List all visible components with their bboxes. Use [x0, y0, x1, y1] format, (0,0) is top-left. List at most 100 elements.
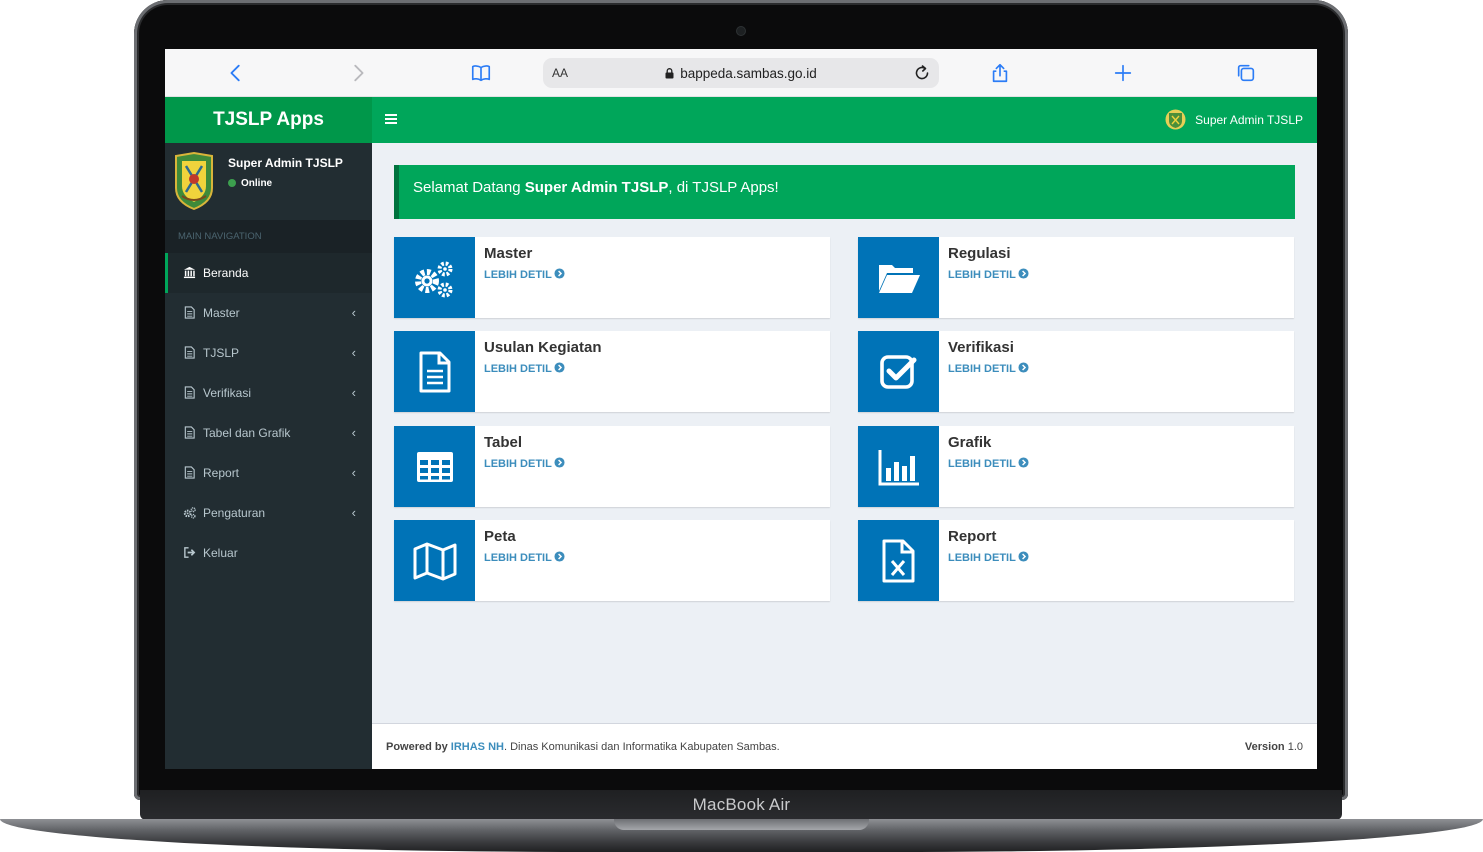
map-icon — [413, 542, 456, 580]
online-dot-icon — [228, 179, 236, 187]
more-info-label: LEBIH DETIL — [948, 458, 1016, 470]
app-logo[interactable]: TJSLP Apps — [165, 97, 372, 143]
sidebar-item-label: Report — [203, 466, 240, 480]
chevron-left-icon: ‹ — [351, 385, 356, 400]
sidebar-item-verifikasi[interactable]: Verifikasi ‹ — [165, 373, 372, 413]
footer-version: Version 1.0 — [1245, 741, 1303, 753]
sidebar-item-tabel-dan-grafik[interactable]: Tabel dan Grafik ‹ — [165, 413, 372, 453]
more-info-label: LEBIH DETIL — [484, 269, 552, 281]
cogs-icon — [414, 261, 452, 297]
sidebar-item-report[interactable]: Report ‹ — [165, 453, 372, 493]
card-tabel[interactable]: Tabel LEBIH DETIL — [394, 426, 830, 507]
forward-icon[interactable] — [346, 61, 370, 85]
bookmarks-icon[interactable] — [469, 61, 493, 85]
sidebar-item-keluar[interactable]: Keluar — [165, 533, 372, 573]
more-info-label: LEBIH DETIL — [484, 363, 552, 375]
sidebar-item-label: Verifikasi — [203, 386, 252, 400]
screen: AA bappeda.sambas.go.id TJSLP Apps Super… — [165, 49, 1317, 769]
check-square-icon — [879, 354, 916, 389]
more-info-link[interactable]: LEBIH DETIL — [948, 268, 1029, 281]
card-title: Verifikasi — [948, 339, 1014, 356]
version-value: 1.0 — [1287, 741, 1303, 753]
more-info-link[interactable]: LEBIH DETIL — [948, 362, 1029, 375]
card-grafik[interactable]: Grafik LEBIH DETIL — [858, 426, 1294, 507]
device-label: MacBook Air — [692, 795, 791, 814]
welcome-callout: Selamat Datang Super Admin TJSLP, di TJS… — [394, 165, 1295, 219]
card-peta[interactable]: Peta LEBIH DETIL — [394, 520, 830, 601]
camera-icon — [737, 27, 745, 35]
page-footer: Powered by IRHAS NH. Dinas Komunikasi da… — [372, 723, 1317, 769]
tabs-icon[interactable] — [1234, 61, 1258, 85]
card-usulan-kegiatan[interactable]: Usulan Kegiatan LEBIH DETIL — [394, 331, 830, 412]
sidebar-item-pengaturan[interactable]: Pengaturan ‹ — [165, 493, 372, 533]
user-status: Online — [228, 178, 272, 189]
folder-open-icon — [878, 264, 920, 293]
nav-header: MAIN NAVIGATION — [165, 220, 372, 253]
card-report[interactable]: Report LEBIH DETIL — [858, 520, 1294, 601]
top-navbar: Super Admin TJSLP — [372, 97, 1317, 143]
card-icon-box — [394, 237, 475, 318]
footer-author-link[interactable]: IRHAS NH — [451, 741, 504, 753]
arrow-circle-right-icon — [554, 268, 565, 279]
card-icon-box — [858, 237, 939, 318]
card-master[interactable]: Master LEBIH DETIL — [394, 237, 830, 318]
welcome-name: Super Admin TJSLP — [524, 179, 669, 196]
address-bar[interactable]: AA bappeda.sambas.go.id — [543, 58, 939, 88]
hamburger-icon[interactable] — [385, 113, 397, 125]
more-info-label: LEBIH DETIL — [484, 552, 552, 564]
file-icon — [184, 306, 195, 319]
card-verifikasi[interactable]: Verifikasi LEBIH DETIL — [858, 331, 1294, 412]
table-icon — [416, 451, 453, 482]
footer-powered-prefix: Powered by — [386, 741, 451, 753]
more-info-link[interactable]: LEBIH DETIL — [484, 268, 565, 281]
cogs-icon — [183, 507, 196, 519]
arrow-circle-right-icon — [554, 551, 565, 562]
version-label: Version — [1244, 741, 1285, 753]
card-title: Peta — [484, 528, 516, 545]
lock-icon — [665, 68, 674, 79]
card-regulasi[interactable]: Regulasi LEBIH DETIL — [858, 237, 1294, 318]
card-icon-box — [858, 426, 939, 507]
more-info-link[interactable]: LEBIH DETIL — [484, 551, 565, 564]
more-info-link[interactable]: LEBIH DETIL — [948, 457, 1029, 470]
sidebar-item-label: Tabel dan Grafik — [203, 426, 291, 440]
user-menu[interactable]: Super Admin TJSLP — [1165, 109, 1303, 130]
sidebar-item-label: Master — [203, 306, 240, 320]
share-icon[interactable] — [988, 61, 1012, 85]
sidebar-item-tjslp[interactable]: TJSLP ‹ — [165, 333, 372, 373]
file-icon — [184, 466, 195, 479]
chevron-left-icon: ‹ — [351, 465, 356, 480]
more-info-link[interactable]: LEBIH DETIL — [484, 362, 565, 375]
arrow-circle-right-icon — [554, 457, 565, 468]
arrow-circle-right-icon — [1018, 268, 1029, 279]
sidebar-item-master[interactable]: Master ‹ — [165, 293, 372, 333]
arrow-circle-right-icon — [1018, 362, 1029, 373]
back-icon[interactable] — [224, 61, 248, 85]
laptop-notch — [614, 819, 869, 830]
topbar-user-name: Super Admin TJSLP — [1195, 112, 1303, 127]
arrow-circle-right-icon — [1018, 551, 1029, 562]
reload-icon[interactable] — [913, 64, 931, 82]
file-icon — [184, 386, 195, 399]
footer-credits: Powered by IRHAS NH. Dinas Komunikasi da… — [386, 741, 780, 753]
user-avatar — [175, 152, 213, 210]
file-excel-icon — [882, 539, 914, 582]
welcome-suffix: , di TJSLP Apps! — [668, 179, 779, 196]
main-content: Selamat Datang Super Admin TJSLP, di TJS… — [372, 143, 1317, 723]
user-avatar-small — [1165, 109, 1186, 130]
welcome-prefix: Selamat Datang — [413, 179, 525, 196]
sign-out-icon — [184, 547, 196, 558]
card-title: Usulan Kegiatan — [484, 339, 602, 356]
sidebar-item-label: Keluar — [203, 546, 238, 560]
card-title: Regulasi — [948, 245, 1011, 262]
sidebar: TJSLP Apps Super Admin TJSLP Online MAIN… — [165, 97, 372, 769]
new-tab-icon[interactable] — [1111, 61, 1135, 85]
more-info-link[interactable]: LEBIH DETIL — [484, 457, 565, 470]
sidebar-item-label: Pengaturan — [203, 506, 266, 520]
sidebar-item-label: Beranda — [203, 266, 249, 280]
more-info-label: LEBIH DETIL — [484, 458, 552, 470]
more-info-link[interactable]: LEBIH DETIL — [948, 551, 1029, 564]
card-title: Master — [484, 245, 533, 262]
sidebar-item-beranda[interactable]: Beranda — [165, 253, 372, 293]
card-icon-box — [858, 520, 939, 601]
